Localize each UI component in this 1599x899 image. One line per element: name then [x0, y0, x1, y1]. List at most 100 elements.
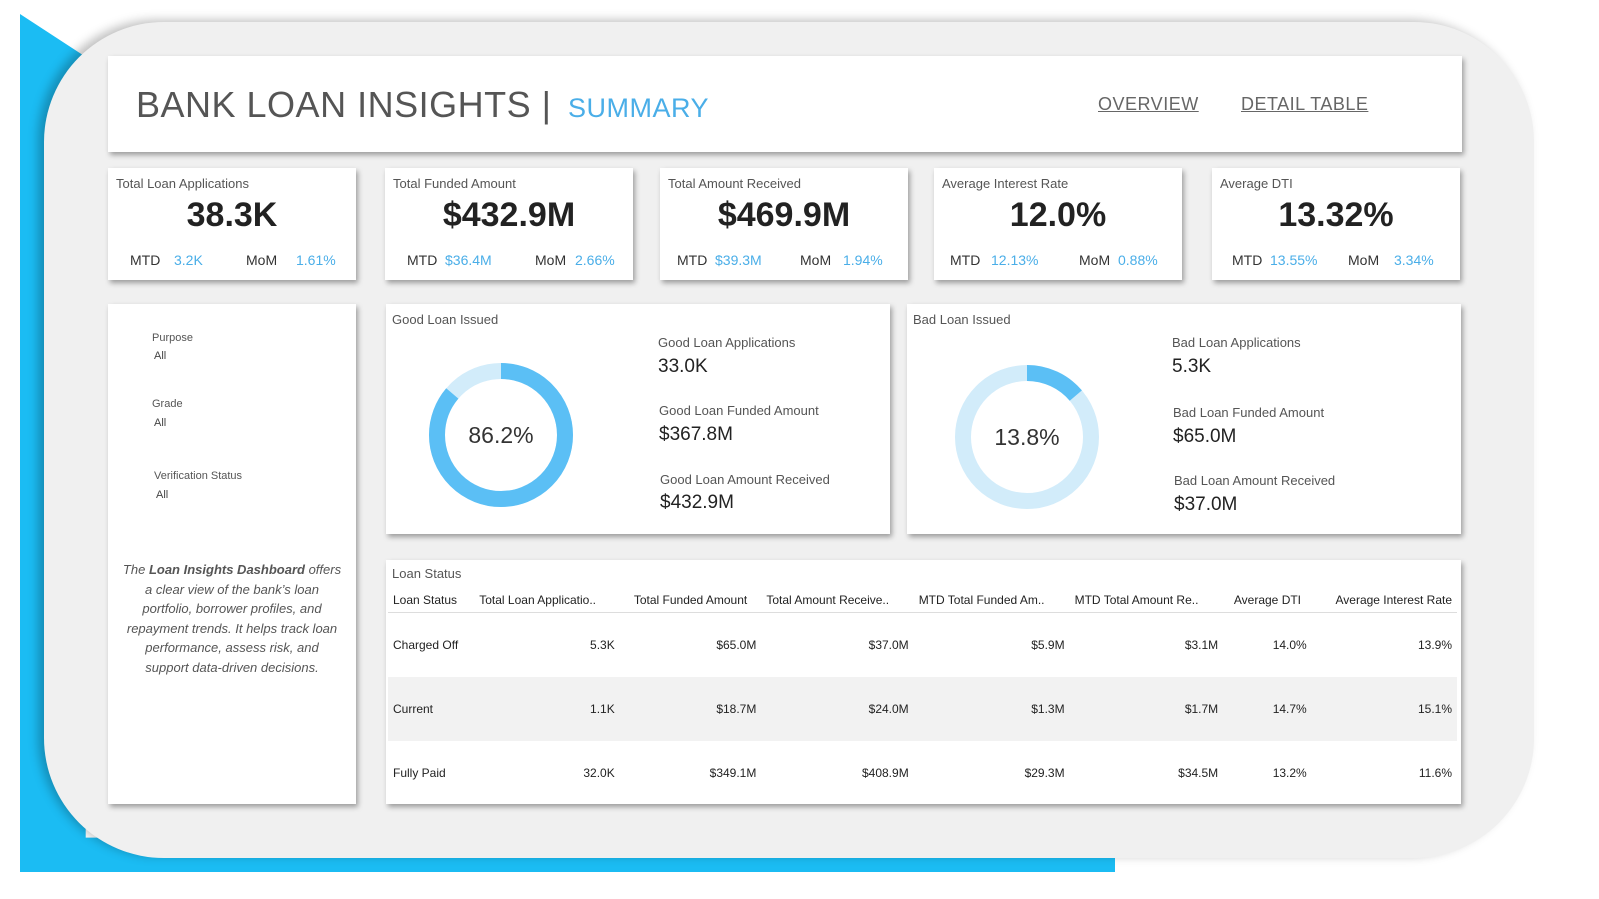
table-cell: $34.5M — [1178, 766, 1219, 780]
loan-status-table: Loan Status Total Loan Applicatio.. Tota… — [388, 588, 1457, 805]
column-header[interactable]: Total Funded Amount — [619, 588, 762, 613]
table-row: Fully Paid 32.0K $349.1M $408.9M $29.3M … — [388, 741, 1457, 805]
bad-loan-percent: 13.8% — [994, 424, 1060, 450]
good-loan-funded-value: $367.8M — [659, 424, 733, 445]
bad-loan-card: Bad Loan Issued 13.8% Bad Loan Applicati… — [907, 304, 1461, 534]
kpi-mom-label: MoM — [800, 252, 832, 268]
kpi-mom-value: 1.94% — [843, 252, 883, 268]
kpi-card-total-funded: Total Funded Amount $432.9M MTD $36.4M M… — [385, 168, 633, 280]
table-cell: $5.9M — [1031, 638, 1065, 652]
kpi-mom-label: MoM — [535, 252, 567, 268]
kpi-card-total-applications: Total Loan Applications 38.3K MTD 3.2K M… — [108, 168, 356, 280]
good-loan-applications-value: 33.0K — [658, 356, 708, 377]
filter-panel: Purpose All Grade All Verification Statu… — [108, 304, 356, 804]
table-header-row: Loan Status Total Loan Applicatio.. Tota… — [388, 588, 1457, 613]
kpi-label: Average Interest Rate — [942, 176, 1069, 191]
kpi-label: Average DTI — [1220, 176, 1293, 191]
bad-loan-received-label: Bad Loan Amount Received — [1174, 473, 1336, 488]
kpi-value: 12.0% — [1009, 196, 1107, 234]
bad-loan-applications-value: 5.3K — [1172, 356, 1212, 377]
kpi-mom-value: 0.88% — [1118, 252, 1158, 268]
kpi-value: $432.9M — [442, 196, 576, 234]
table-cell: 14.7% — [1223, 677, 1312, 741]
filter-grade-select[interactable]: All — [154, 417, 166, 429]
description-bold: Loan Insights Dashboard — [148, 562, 305, 577]
nav-overview-link[interactable]: OVERVIEW — [1098, 94, 1199, 115]
page-subtitle: SUMMARY — [567, 93, 709, 123]
kpi-mom-label: MoM — [1348, 252, 1380, 268]
table-cell: Fully Paid — [393, 766, 446, 780]
kpi-mtd-label: MTD — [407, 252, 438, 268]
column-header[interactable]: Total Amount Receive.. — [761, 588, 914, 613]
table-cell: 5.3K — [590, 638, 615, 652]
bad-loan-funded-value: $65.0M — [1173, 426, 1237, 447]
good-loan-applications-label: Good Loan Applications — [658, 335, 796, 350]
filter-purpose-select[interactable]: All — [154, 350, 166, 362]
filter-verification-select[interactable]: All — [156, 489, 168, 501]
table-row: Charged Off 5.3K $65.0M $37.0M $5.9M $3.… — [388, 613, 1457, 678]
bad-loan-funded-label: Bad Loan Funded Amount — [1173, 405, 1325, 420]
filter-grade-label: Grade — [152, 398, 183, 410]
title-text: BANK LOAN INSIGHTS | — [136, 84, 552, 125]
table-cell: $1.7M — [1069, 677, 1224, 741]
kpi-mom-value: 1.61% — [296, 252, 336, 268]
good-loan-title: Good Loan Issued — [392, 312, 499, 327]
table-row: Current 1.1K $18.7M $24.0M $1.3M $1.7M 1… — [388, 677, 1457, 741]
kpi-mtd-label: MTD — [1232, 252, 1263, 268]
table-cell: $1.3M — [913, 677, 1070, 741]
kpi-card-total-received: Total Amount Received $469.9M MTD $39.3M… — [660, 168, 908, 280]
kpi-mtd-value: 12.13% — [991, 252, 1039, 268]
description-post: offers a clear view of the bank’s loan p… — [126, 562, 342, 675]
table-cell: Charged Off — [393, 638, 459, 652]
kpi-label: Total Loan Applications — [116, 176, 249, 191]
good-loan-percent: 86.2% — [468, 422, 534, 448]
table-cell: 32.0K — [583, 766, 615, 780]
kpi-card-avg-dti: Average DTI 13.32% MTD 13.55% MoM 3.34% — [1212, 168, 1460, 280]
good-loan-card: Good Loan Issued 86.2% Good Loan Applica… — [386, 304, 890, 534]
dashboard-description: The Loan Insights Dashboard offers a cle… — [122, 560, 342, 677]
table-cell: 11.6% — [1418, 766, 1452, 780]
table-cell: 14.0% — [1272, 638, 1307, 652]
nav-detail-table-link[interactable]: DETAIL TABLE — [1241, 94, 1368, 115]
kpi-value: $469.9M — [717, 196, 851, 234]
loan-status-card: Loan Status Loan Status Total Loan Appli… — [386, 560, 1461, 804]
kpi-label: Total Funded Amount — [393, 176, 516, 191]
kpi-mtd-label: MTD — [130, 252, 161, 268]
column-header[interactable]: Total Loan Applicatio.. — [474, 588, 620, 613]
table-cell: $37.0M — [868, 638, 909, 652]
table-cell: $408.9M — [861, 766, 909, 780]
kpi-mtd-value: 3.2K — [174, 252, 203, 268]
kpi-mtd-label: MTD — [950, 252, 981, 268]
kpi-value: 38.3K — [186, 196, 278, 234]
good-loan-received-value: $432.9M — [660, 492, 734, 513]
kpi-mom-value: 2.66% — [575, 252, 615, 268]
page-title: BANK LOAN INSIGHTS | SUMMARY — [136, 84, 709, 126]
column-header[interactable]: Average Interest Rate — [1311, 588, 1457, 613]
loan-status-title: Loan Status — [392, 566, 462, 581]
kpi-mtd-value: 13.55% — [1270, 252, 1318, 268]
table-cell: $349.1M — [709, 766, 757, 780]
table-cell: 13.9% — [1417, 638, 1452, 652]
kpi-mtd-value: $36.4M — [445, 252, 492, 268]
bad-loan-received-value: $37.0M — [1174, 494, 1238, 515]
column-header[interactable]: MTD Total Amount Re.. — [1069, 588, 1224, 613]
kpi-mom-label: MoM — [246, 252, 278, 268]
filter-purpose-label: Purpose — [152, 332, 193, 344]
kpi-card-avg-interest: Average Interest Rate 12.0% MTD 12.13% M… — [934, 168, 1182, 280]
table-cell: $24.0M — [761, 677, 914, 741]
kpi-mom-value: 3.34% — [1394, 252, 1434, 268]
filter-verification-label: Verification Status — [154, 470, 243, 482]
table-cell: Current — [388, 677, 475, 741]
table-cell: $18.7M — [619, 677, 762, 741]
table-cell: $3.1M — [1184, 638, 1219, 652]
kpi-mtd-label: MTD — [677, 252, 708, 268]
table-cell: $29.3M — [1024, 766, 1065, 780]
good-loan-received-label: Good Loan Amount Received — [660, 472, 830, 487]
good-loan-funded-label: Good Loan Funded Amount — [659, 403, 819, 418]
column-header[interactable]: MTD Total Funded Am.. — [913, 588, 1070, 613]
bad-loan-applications-label: Bad Loan Applications — [1172, 335, 1301, 350]
kpi-mom-label: MoM — [1079, 252, 1111, 268]
column-header[interactable]: Loan Status — [388, 588, 475, 613]
kpi-label: Total Amount Received — [668, 176, 801, 191]
column-header[interactable]: Average DTI — [1223, 588, 1312, 613]
